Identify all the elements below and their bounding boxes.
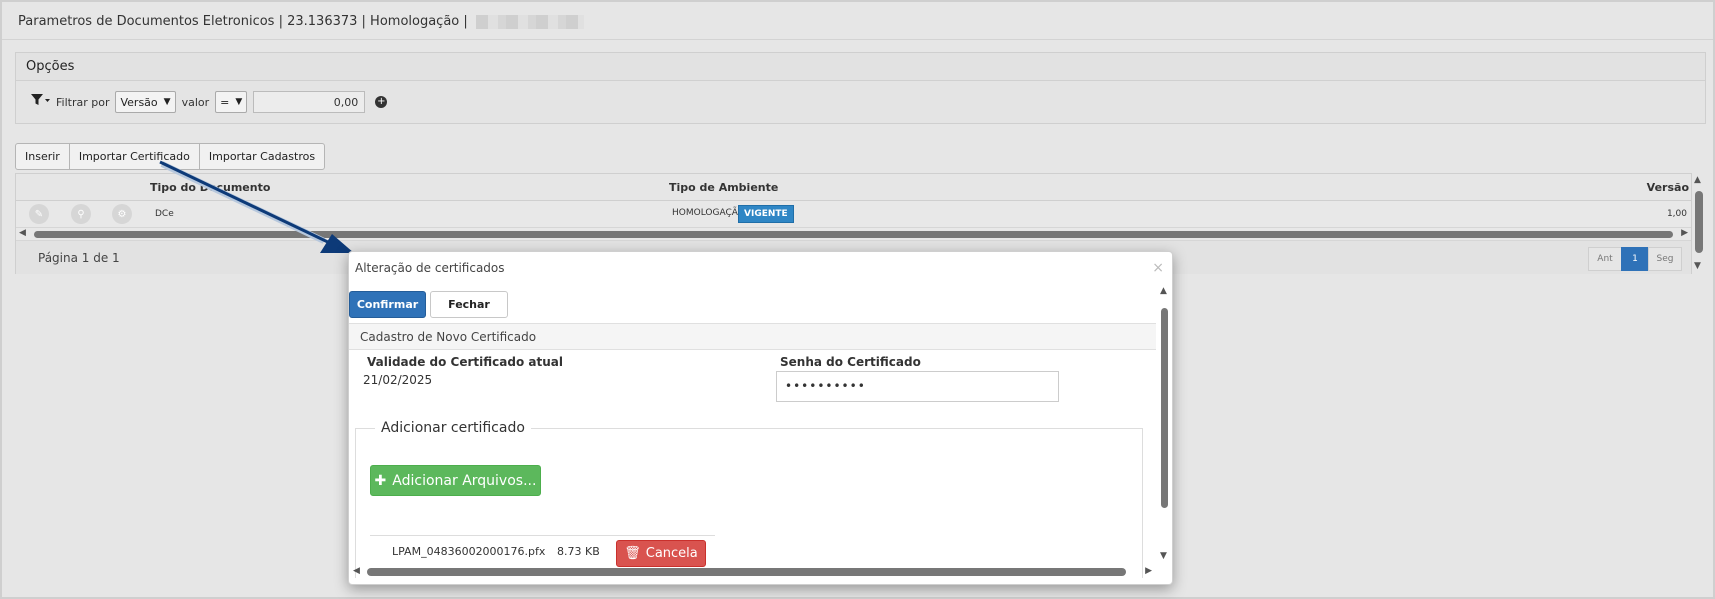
add-files-button[interactable]: ✚ Adicionar Arquivos...: [370, 465, 541, 496]
options-title: Opções: [16, 53, 1705, 81]
confirm-button[interactable]: Confirmar: [349, 291, 426, 318]
cell-ambiente: HOMOLOGAÇÃO: [672, 208, 745, 218]
grid-header: Tipo do Documento Tipo de Ambiente Versã…: [16, 174, 1691, 201]
scrollbar-thumb[interactable]: [34, 231, 1673, 238]
scroll-down-icon[interactable]: ▼: [1694, 261, 1701, 271]
cancel-upload-button[interactable]: 🗑 Cancela: [616, 540, 706, 567]
page-title: Parametros de Documentos Eletronicos | 2…: [18, 14, 584, 29]
operator-select-value: =: [220, 95, 230, 109]
search-icon[interactable]: ⚲: [71, 204, 91, 224]
import-cadastros-button[interactable]: Importar Cadastros: [198, 143, 326, 170]
chevron-down-icon: ▼: [163, 97, 171, 107]
insert-button[interactable]: Inserir: [15, 143, 70, 170]
value-label: valor: [181, 95, 210, 109]
password-label: Senha do Certificado: [780, 355, 921, 369]
column-header-tipo-documento[interactable]: Tipo do Documento: [150, 181, 270, 194]
scroll-up-icon[interactable]: ▲: [1160, 286, 1167, 296]
password-field[interactable]: ••••••••••: [776, 371, 1059, 402]
scrollbar-thumb[interactable]: [1161, 308, 1168, 508]
filter-label: Filtrar por: [56, 95, 110, 109]
scroll-right-icon[interactable]: ▶: [1145, 566, 1152, 576]
operator-select[interactable]: = ▼: [215, 91, 248, 113]
scroll-left-icon[interactable]: ◀: [19, 228, 26, 238]
title-divider: [2, 39, 1713, 40]
add-certificate-fieldset: Adicionar certificado ✚ Adicionar Arquiv…: [355, 420, 1143, 578]
scrollbar-thumb[interactable]: [367, 568, 1126, 576]
scroll-down-icon[interactable]: ▼: [1160, 551, 1167, 561]
column-header-versao[interactable]: Versão: [1647, 181, 1689, 194]
page-info: Página 1 de 1: [38, 251, 120, 265]
filter-value-input[interactable]: 0,00: [253, 91, 366, 113]
column-header-tipo-ambiente[interactable]: Tipo de Ambiente: [669, 181, 778, 194]
field-select-value: Versão: [120, 95, 158, 109]
grid-horizontal-scrollbar[interactable]: ◀ ▶: [16, 228, 1691, 240]
dialog-vertical-scrollbar[interactable]: ▲ ▼: [1156, 286, 1172, 561]
scrollbar-thumb[interactable]: [1695, 191, 1703, 253]
dialog-horizontal-scrollbar[interactable]: ◀ ▶: [349, 566, 1156, 578]
field-select[interactable]: Versão ▼: [115, 91, 176, 113]
toolbar: Inserir Importar Certificado Importar Ca…: [15, 143, 326, 170]
chevron-down-icon: ▼: [235, 97, 243, 107]
add-files-label: Adicionar Arquivos...: [392, 472, 537, 489]
validity-value: 21/02/2025: [363, 373, 433, 387]
cell-versao: 1,00: [1666, 209, 1687, 219]
grid-vertical-scrollbar[interactable]: ▲ ▼: [1693, 175, 1705, 271]
close-button[interactable]: Fechar: [430, 291, 508, 318]
scroll-right-icon[interactable]: ▶: [1681, 228, 1688, 238]
redacted-text: [475, 14, 584, 29]
cell-tipo-documento: DCe: [155, 209, 174, 219]
validity-label: Validade do Certificado atual: [367, 355, 563, 369]
options-panel: Opções Filtrar por Versão ▼ valor = ▼ 0,…: [15, 52, 1706, 124]
section-title: Cadastro de Novo Certificado: [349, 323, 1156, 350]
add-filter-icon[interactable]: +: [375, 96, 388, 108]
page-1-button[interactable]: 1: [1621, 247, 1649, 271]
scroll-left-icon[interactable]: ◀: [353, 566, 360, 576]
file-name: LPAM_04836002000176.pfx: [392, 545, 546, 558]
cancel-label: Cancela: [645, 546, 698, 561]
pagination: Ant 1 Seg: [1588, 247, 1682, 271]
next-page-button[interactable]: Seg: [1648, 247, 1682, 271]
trash-icon: 🗑: [624, 546, 641, 561]
page-title-text: Parametros de Documentos Eletronicos | 2…: [18, 14, 468, 29]
prev-page-button[interactable]: Ant: [1588, 247, 1622, 271]
gear-icon[interactable]: ⚙: [112, 204, 132, 224]
certificate-dialog: Alteração de certificados × Confirmar Fe…: [348, 251, 1173, 585]
plus-icon: ✚: [374, 472, 387, 489]
edit-icon[interactable]: ✎: [29, 204, 49, 224]
table-row[interactable]: ✎ ⚲ ⚙ DCe HOMOLOGAÇÃO VIGENTE 1,00: [16, 201, 1691, 228]
status-badge: VIGENTE: [738, 205, 794, 223]
filter-row: Filtrar por Versão ▼ valor = ▼ 0,00 +: [16, 81, 1705, 123]
import-certificate-button[interactable]: Importar Certificado: [68, 143, 200, 170]
dialog-title: Alteração de certificados: [355, 261, 505, 275]
scroll-up-icon[interactable]: ▲: [1694, 175, 1701, 185]
file-size: 8.73 KB: [557, 545, 600, 558]
filter-icon[interactable]: [30, 93, 56, 111]
close-icon[interactable]: ×: [1152, 260, 1164, 276]
fieldset-legend: Adicionar certificado: [375, 420, 531, 436]
